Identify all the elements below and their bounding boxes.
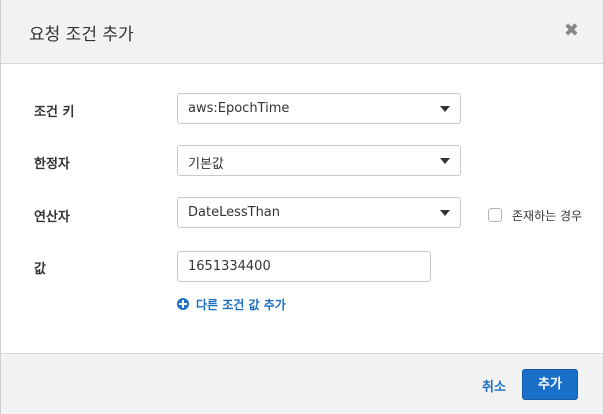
- condition-key-value: aws:EpochTime: [188, 101, 290, 116]
- qualifier-label: 한정자: [34, 157, 70, 172]
- qualifier-select[interactable]: 기본값: [177, 145, 461, 176]
- condition-key-label: 조건 키: [34, 105, 75, 120]
- close-icon[interactable]: ✖: [564, 19, 579, 43]
- if-exists-label[interactable]: 존재하는 경우: [512, 207, 582, 224]
- dialog-header: 요청 조건 추가 ✖: [1, 0, 603, 64]
- add-button[interactable]: 추가: [522, 369, 578, 400]
- condition-value-input[interactable]: [177, 251, 431, 282]
- operator-label: 연산자: [34, 210, 70, 225]
- chevron-down-icon: [440, 210, 450, 216]
- condition-key-select[interactable]: aws:EpochTime: [177, 93, 461, 124]
- dialog-title: 요청 조건 추가: [29, 25, 134, 45]
- operator-select[interactable]: DateLessThan: [177, 197, 461, 228]
- cancel-button[interactable]: 취소: [482, 376, 506, 395]
- plus-circle-icon: [177, 298, 189, 310]
- operator-value: DateLessThan: [188, 205, 281, 220]
- chevron-down-icon: [440, 158, 450, 164]
- add-another-value-label: 다른 조건 값 추가: [196, 298, 286, 312]
- chevron-down-icon: [440, 106, 450, 112]
- dialog-footer: 취소 추가: [1, 353, 603, 414]
- add-request-condition-dialog: 요청 조건 추가 ✖ 조건 키 aws:EpochTime 한정자 기본값 연산…: [0, 0, 604, 414]
- qualifier-value: 기본값: [188, 157, 224, 172]
- value-label: 값: [34, 262, 46, 277]
- if-exists-checkbox[interactable]: [488, 208, 502, 222]
